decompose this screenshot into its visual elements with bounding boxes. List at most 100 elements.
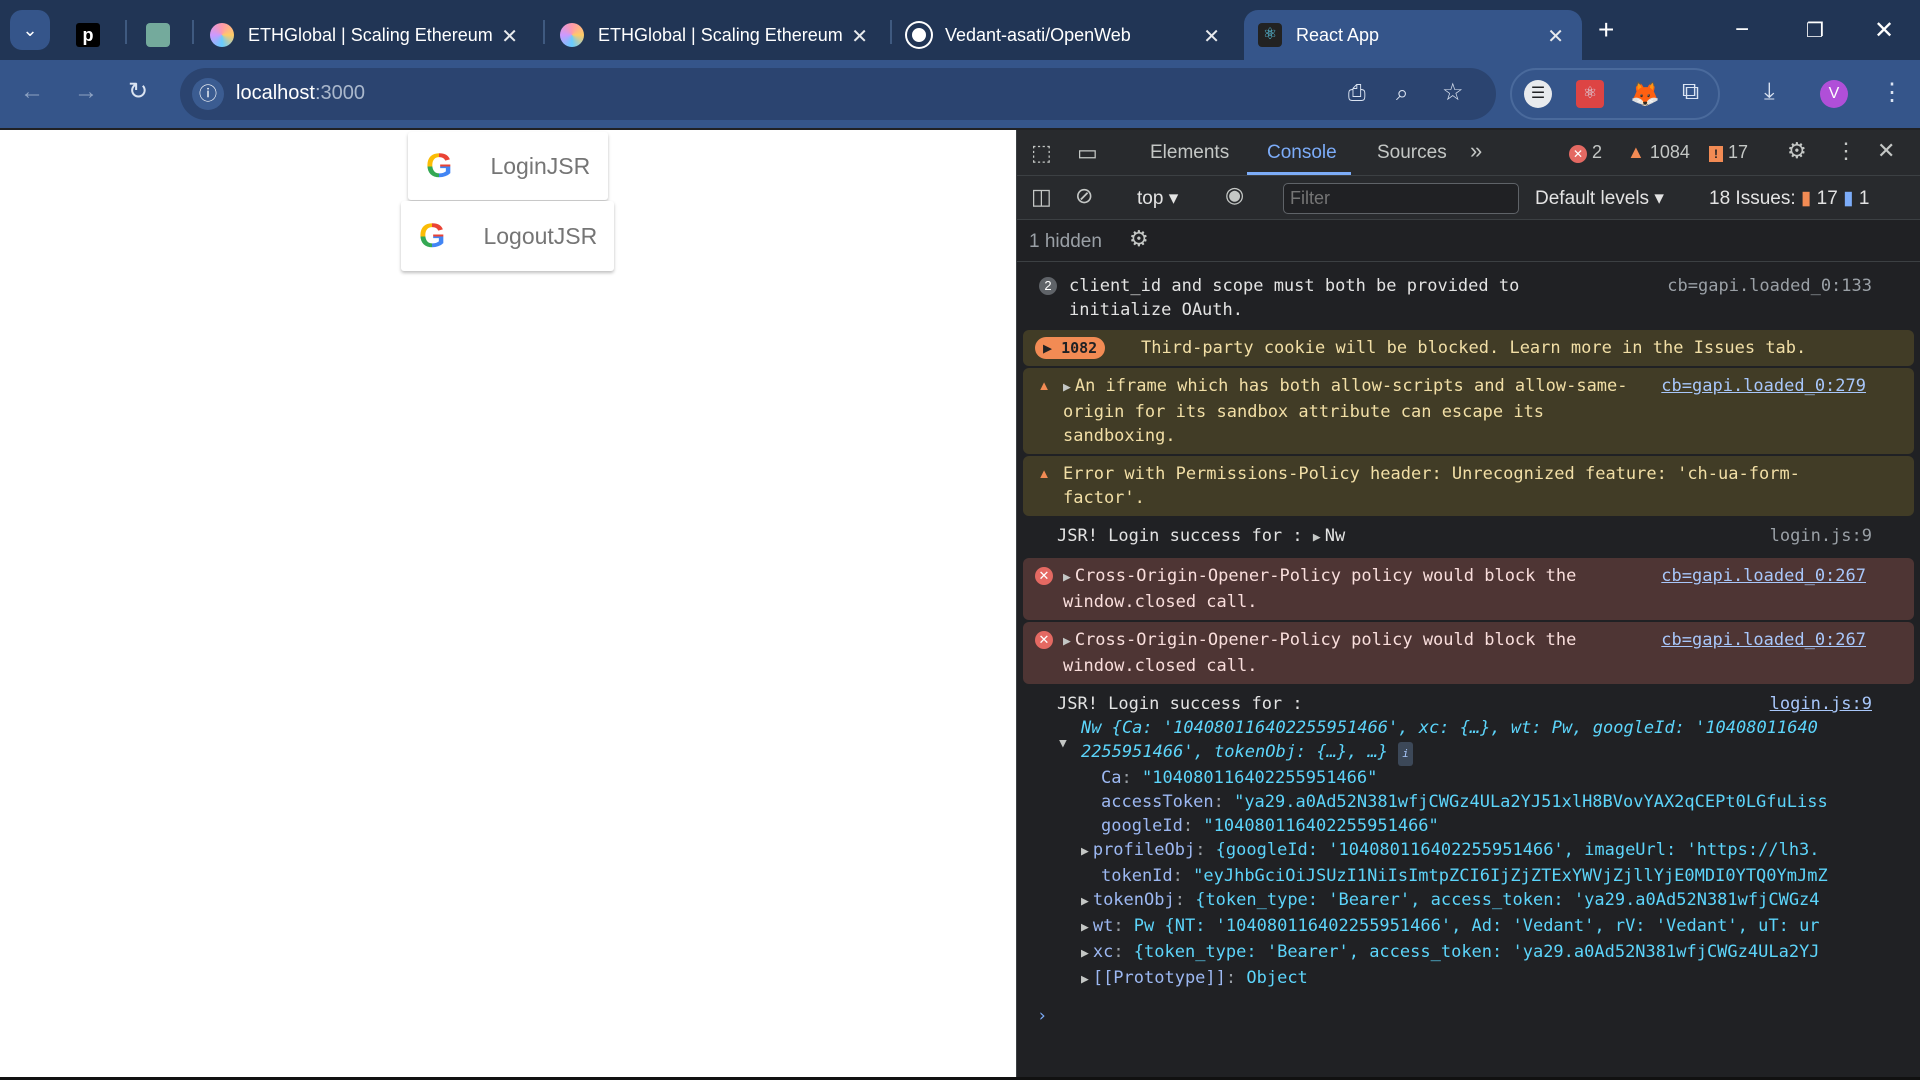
tab-title: React App — [1296, 24, 1380, 45]
expand-triangle-icon[interactable]: ▶ — [1081, 942, 1089, 966]
clear-console-icon[interactable]: ⊘ — [1075, 183, 1093, 209]
console-filter-input[interactable] — [1283, 183, 1519, 214]
object-properties: Ca: "104080116402255951466" accessToken: … — [1057, 766, 1884, 992]
bookmark-star-icon[interactable]: ☆ — [1442, 78, 1464, 107]
react-devtools-extension-icon[interactable]: ⚛ — [1576, 80, 1604, 108]
warning-icon: ▲ — [1037, 466, 1051, 481]
new-tab-button[interactable]: + — [1598, 10, 1628, 50]
message-source[interactable]: cb=gapi.loaded_0:133 — [1667, 274, 1872, 298]
more-tabs-icon[interactable]: » — [1470, 138, 1482, 164]
sidebar-toggle-icon[interactable]: ◫ — [1031, 184, 1052, 210]
close-tab-icon[interactable]: ✕ — [501, 24, 518, 49]
message-text: JSR! Login success for : — [1057, 694, 1303, 714]
expand-triangle-icon: ▶ — [1063, 380, 1071, 395]
browser-menu-icon[interactable]: ⋮ — [1880, 78, 1904, 107]
google-icon: G — [419, 216, 446, 255]
expand-triangle-icon[interactable]: ▶ — [1081, 840, 1089, 864]
back-icon[interactable]: ← — [20, 78, 44, 106]
tab-pinned-p[interactable]: p — [62, 10, 122, 60]
close-tab-icon[interactable]: ✕ — [1203, 24, 1220, 49]
reload-icon[interactable]: ↻ — [128, 77, 148, 106]
message-text: JSR! Login success for : ▶ Nw — [1057, 524, 1876, 550]
tab-github[interactable]: Vedant-asati/OpenWeb ✕ — [893, 10, 1238, 60]
close-tab-icon[interactable]: ✕ — [1547, 24, 1564, 49]
profile-avatar[interactable]: V — [1820, 80, 1848, 108]
message-source[interactable]: login.js:9 — [1770, 692, 1872, 716]
tab-search-button[interactable]: ⌄ — [10, 10, 50, 50]
extension-menu-icon[interactable]: ☰ — [1524, 80, 1552, 108]
message-source[interactable]: cb=gapi.loaded_0:267 — [1661, 628, 1866, 652]
extensions-area: ☰ ⚛ 🦊 ⧉ — [1510, 68, 1720, 120]
login-button[interactable]: G LoginJSR — [408, 132, 608, 200]
tab-title: ETHGlobal | Scaling Ethereum — [598, 24, 843, 45]
restore-button[interactable]: ❐ — [1806, 10, 1824, 50]
object-property-row[interactable]: ▶ profileObj: {googleId: '104080116402255… — [1057, 838, 1884, 864]
devtools-menu-icon[interactable]: ⋮ — [1835, 138, 1857, 164]
log-levels-dropdown[interactable]: Default levels ▾ — [1535, 187, 1664, 210]
extensions-puzzle-icon[interactable]: ⧉ — [1682, 78, 1699, 106]
expand-triangle-icon[interactable]: ▶ — [1081, 916, 1089, 940]
close-tab-icon[interactable]: ✕ — [851, 24, 868, 49]
install-app-icon[interactable]: ⎙ — [1348, 80, 1366, 106]
tab-ethglobal-1[interactable]: ETHGlobal | Scaling Ethereum ✕ — [196, 10, 536, 60]
tab-elements[interactable]: Elements — [1150, 142, 1229, 164]
console-message-error[interactable]: ✕ cb=gapi.loaded_0:267 ▶ Cross-Origin-Ope… — [1023, 622, 1914, 684]
console-message-info: 2 cb=gapi.loaded_0:133 client_id and sco… — [1017, 268, 1920, 328]
console-message-error[interactable]: ✕ cb=gapi.loaded_0:267 ▶ Cross-Origin-Ope… — [1023, 558, 1914, 620]
message-text: Third-party cookie will be blocked. Lear… — [1141, 338, 1807, 358]
live-expression-eye-icon[interactable]: ◉ — [1225, 182, 1244, 208]
message-text: ▶ Cross-Origin-Opener-Policy policy would… — [1063, 630, 1577, 676]
logout-button[interactable]: G LogoutJSR — [401, 201, 614, 271]
issues-link[interactable]: 18 Issues: ▮ 17 ▮ 1 — [1709, 187, 1869, 210]
object-property-row[interactable]: ▶ wt: Pw {NT: '104080116402255951466', Ad… — [1057, 914, 1884, 940]
close-devtools-icon[interactable]: ✕ — [1877, 138, 1895, 164]
error-icon: ✕ — [1035, 631, 1053, 649]
device-toolbar-icon[interactable]: ▭ — [1077, 140, 1098, 166]
console-settings-icon[interactable]: ⚙ — [1129, 226, 1149, 252]
settings-gear-icon[interactable]: ⚙ — [1787, 138, 1807, 164]
message-source[interactable]: cb=gapi.loaded_0:267 — [1661, 564, 1866, 588]
zoom-icon[interactable]: ⌕ — [1396, 80, 1408, 106]
warning-count-badge[interactable]: ▲ 1084 — [1627, 142, 1690, 163]
tab-react-app[interactable]: ⚛ React App ✕ — [1244, 10, 1582, 60]
expand-triangle-icon[interactable]: ▶ — [1313, 526, 1321, 550]
forward-icon[interactable]: → — [74, 78, 98, 106]
address-bar[interactable]: ⓘ localhost:3000 ⎙ ⌕ ☆ — [180, 68, 1496, 120]
url-text[interactable]: localhost:3000 — [236, 82, 365, 105]
info-badge-icon: i — [1398, 742, 1413, 766]
object-summary-cont[interactable]: ▼ 2255951466', tokenObj: {…}, …} i — [1057, 740, 1884, 766]
console-message-cookie-warning[interactable]: ▶ 1082 Third-party cookie will be blocke… — [1023, 330, 1914, 366]
tab-console[interactable]: Console — [1267, 142, 1337, 164]
inspect-element-icon[interactable]: ⬚ — [1031, 140, 1052, 166]
object-property-row[interactable]: ▶ xc: {token_type: 'Bearer', access_token… — [1057, 940, 1884, 966]
expand-triangle-icon[interactable]: ▶ — [1081, 890, 1089, 914]
object-summary[interactable]: Nw {Ca: '104080116402255951466', xc: {…}… — [1057, 716, 1884, 740]
console-prompt[interactable]: › — [1017, 998, 1920, 1034]
issues-count-badge[interactable]: ! 17 — [1709, 142, 1748, 163]
console-message-permissions-warning: ▲ Error with Permissions-Policy header: … — [1023, 456, 1914, 516]
context-selector[interactable]: top ▾ — [1137, 187, 1178, 210]
message-source[interactable]: cb=gapi.loaded_0:279 — [1661, 374, 1866, 398]
tab-ethglobal-2[interactable]: ETHGlobal | Scaling Ethereum ✕ — [546, 10, 886, 60]
close-window-button[interactable]: ✕ — [1874, 10, 1894, 50]
expand-triangle-icon[interactable]: ▶ — [1081, 968, 1089, 992]
collapse-triangle-icon: ▼ — [1059, 740, 1067, 751]
object-property-row[interactable]: ▶ tokenObj: {token_type: 'Bearer', access… — [1057, 888, 1884, 914]
message-text: ▶ An iframe which has both allow-scripts … — [1063, 376, 1628, 446]
error-count-badge[interactable]: ✕ 2 — [1569, 142, 1602, 163]
console-message-iframe-warning[interactable]: ▲ cb=gapi.loaded_0:279 ▶ An iframe which … — [1023, 368, 1914, 454]
site-info-icon[interactable]: ⓘ — [192, 78, 224, 110]
message-source[interactable]: login.js:9 — [1770, 524, 1872, 548]
hidden-count: 1 hidden — [1029, 231, 1102, 252]
download-icon[interactable]: ⤓ — [1764, 78, 1775, 106]
message-text: ▶ Cross-Origin-Opener-Policy policy would… — [1063, 566, 1577, 612]
page-content: G LoginJSR G LogoutJSR — [0, 130, 1016, 1078]
tab-sources[interactable]: Sources — [1377, 142, 1447, 164]
metamask-icon[interactable]: 🦊 — [1630, 80, 1660, 109]
login-label: LoginJSR — [490, 152, 591, 179]
tab-pinned-chatgpt[interactable] — [132, 10, 192, 60]
github-icon — [907, 23, 931, 47]
object-property-row[interactable]: ▶ [[Prototype]]: Object — [1057, 966, 1884, 992]
hidden-count-bar: 1 hidden ⚙ — [1017, 220, 1920, 262]
minimize-button[interactable]: − — [1735, 10, 1749, 50]
